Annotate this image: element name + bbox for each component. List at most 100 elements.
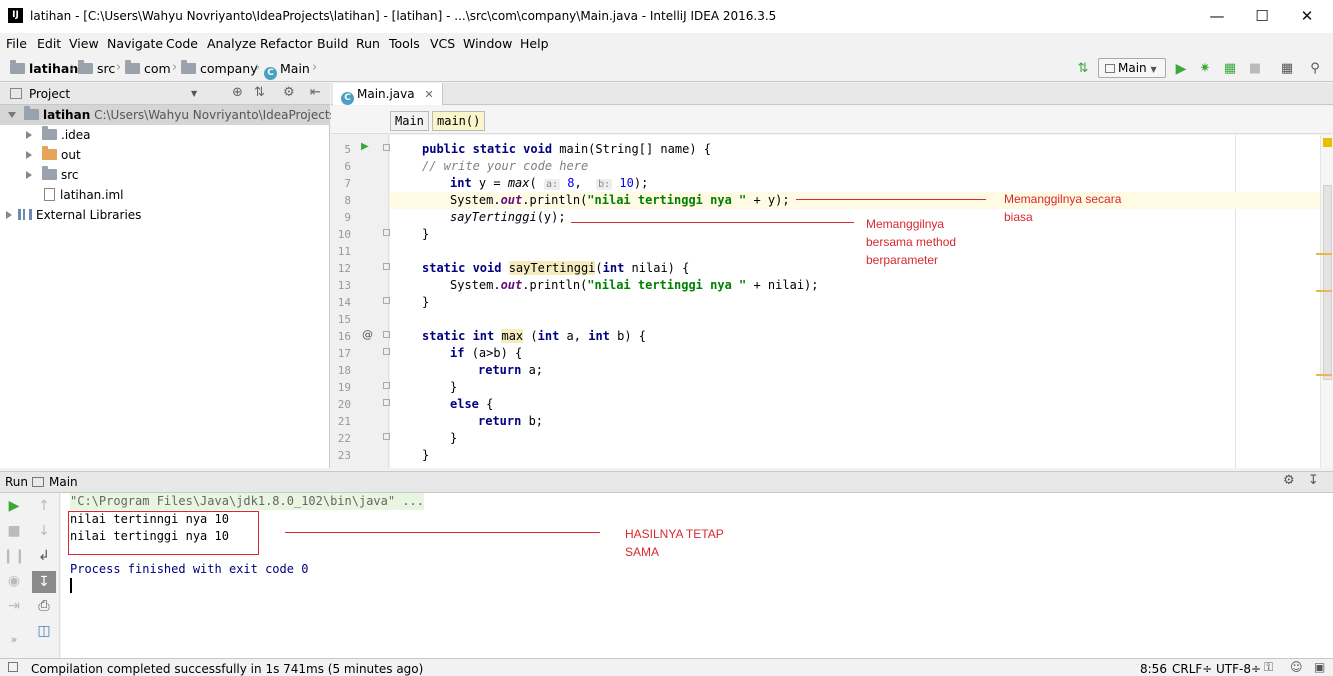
menu-analyze[interactable]: Analyze (207, 36, 256, 51)
arrow-up-icon[interactable]: ↑ (30, 494, 58, 518)
hide-panel-icon[interactable]: ⇤ (310, 85, 321, 100)
project-structure-icon[interactable]: ▦ (1278, 60, 1296, 78)
project-folder-icon (10, 60, 25, 74)
tree-item-external-libraries[interactable]: External Libraries (0, 205, 330, 225)
rerun-icon[interactable]: ▶ (0, 494, 28, 518)
inspector-icon[interactable]: ☺ (1290, 660, 1303, 674)
coverage-icon[interactable]: ▦ (1221, 60, 1239, 78)
menu-navigate[interactable]: Navigate (107, 36, 163, 51)
tab-main-java[interactable]: C Main.java ✕ (333, 83, 443, 105)
menu-edit[interactable]: Edit (37, 36, 61, 51)
editor-tab-bar: C Main.java ✕ (331, 83, 1333, 105)
annotation-param-call-line1: Memanggilnya (866, 217, 945, 231)
menu-help[interactable]: Help (520, 36, 549, 51)
run-tab-main[interactable]: Main (49, 475, 78, 489)
print-icon[interactable]: ⎙ (30, 594, 58, 618)
structure-class-main[interactable]: Main (390, 111, 429, 131)
fold-icon[interactable] (383, 399, 390, 406)
menu-view[interactable]: View (69, 36, 99, 51)
breadcrumb-company[interactable]: company (181, 60, 258, 76)
code-editor[interactable]: public static void main(String[] name) {… (390, 135, 1320, 468)
expand-arrow-icon[interactable] (8, 112, 16, 118)
menu-code[interactable]: Code (166, 36, 198, 51)
close-tab-icon[interactable]: ✕ (424, 88, 433, 101)
collapsed-arrow-icon[interactable] (6, 211, 12, 219)
fold-icon[interactable] (383, 348, 390, 355)
line-number: 8 (344, 194, 351, 207)
chevron-down-icon[interactable]: ▼ (191, 89, 197, 98)
fold-icon[interactable] (383, 263, 390, 270)
run-gutter-icon[interactable]: ▶ (361, 141, 369, 152)
run-icon[interactable]: ▶ (1172, 60, 1190, 78)
hide-panel-icon[interactable]: ↧ (1308, 473, 1319, 488)
breadcrumb-src[interactable]: src (78, 60, 115, 76)
title-bar: IJ latihan - [C:\Users\Wahyu Novriyanto\… (0, 0, 1333, 33)
file-encoding[interactable]: UTF-8÷ (1216, 662, 1261, 676)
fold-icon[interactable] (383, 297, 390, 304)
close-button[interactable]: ✕ (1285, 4, 1329, 28)
override-gutter-icon: @ (362, 328, 373, 341)
window-icon (32, 477, 44, 487)
breadcrumb-project[interactable]: latihan (10, 60, 78, 76)
gear-icon[interactable]: ⚙ (283, 85, 295, 100)
minimize-button[interactable]: — (1195, 4, 1239, 28)
search-icon[interactable]: ⚲ (1306, 60, 1324, 78)
camera-icon[interactable]: ◉ (0, 569, 28, 593)
run-config-select[interactable]: Main ▼ (1098, 58, 1166, 78)
console-output[interactable]: "C:\Program Files\Java\jdk1.8.0_102\bin\… (61, 493, 1333, 658)
line-separator[interactable]: CRLF÷ (1172, 662, 1212, 676)
menu-file[interactable]: File (6, 36, 27, 51)
debug-icon[interactable]: ✷ (1196, 60, 1214, 78)
fold-icon[interactable] (383, 229, 390, 236)
collapsed-arrow-icon[interactable] (26, 151, 32, 159)
scroll-to-end-icon[interactable]: ↧ (32, 571, 56, 593)
tree-item-src[interactable]: src (0, 165, 330, 185)
expand-icon[interactable]: » (0, 628, 28, 652)
project-panel-title[interactable]: Project (29, 87, 70, 101)
gear-icon[interactable]: ⚙ (1283, 473, 1295, 488)
structure-method-main[interactable]: main() (432, 111, 486, 131)
stop-icon[interactable]: ■ (1246, 60, 1264, 78)
console-command: "C:\Program Files\Java\jdk1.8.0_102\bin\… (70, 493, 425, 510)
fold-icon[interactable] (383, 331, 390, 338)
scroll-from-source-icon[interactable]: ⊕ (232, 85, 243, 100)
menu-window[interactable]: Window (463, 36, 512, 51)
breadcrumb-main[interactable]: C Main (264, 61, 310, 80)
menu-vcs[interactable]: VCS (430, 36, 455, 51)
maximize-button[interactable]: ☐ (1240, 4, 1284, 28)
folder-icon (78, 60, 93, 74)
menu-build[interactable]: Build (317, 36, 348, 51)
tree-item-idea[interactable]: .idea (0, 125, 330, 145)
code-line-7: int y = max( a: 8, b: 10); (450, 176, 649, 190)
menu-run[interactable]: Run (356, 36, 380, 51)
warning-marker[interactable] (1316, 290, 1332, 292)
trash-icon[interactable]: ◫ (30, 619, 58, 643)
collapsed-arrow-icon[interactable] (26, 171, 32, 179)
run-toolbar: ▶ ■ ❙❙ ◉ ⇥ » ↑ ↓ ↲ ↧ ⎙ ◫ (0, 493, 60, 658)
warning-marker[interactable] (1316, 374, 1332, 376)
tree-item-iml[interactable]: latihan.iml (0, 185, 330, 205)
build-icon[interactable]: ⇅ (1074, 60, 1092, 78)
warning-marker[interactable] (1316, 253, 1332, 255)
status-panel-icon[interactable] (8, 662, 18, 672)
tree-item-out[interactable]: out (0, 145, 330, 165)
collapsed-arrow-icon[interactable] (26, 131, 32, 139)
tree-item-root[interactable]: latihan C:\Users\Wahyu Novriyanto\IdeaPr… (0, 105, 381, 125)
scroll-thumb[interactable] (1323, 185, 1332, 380)
stop-icon[interactable]: ■ (0, 519, 28, 543)
cursor-position[interactable]: 8:56 (1140, 662, 1167, 676)
menu-refactor[interactable]: Refactor (260, 36, 312, 51)
pause-icon[interactable]: ❙❙ (0, 544, 28, 568)
collapse-all-icon[interactable]: ⇅ (254, 85, 265, 100)
event-log-icon[interactable]: ▣ (1314, 660, 1325, 674)
fold-icon[interactable] (383, 382, 390, 389)
exit-icon[interactable]: ⇥ (0, 594, 28, 618)
fold-icon[interactable] (383, 433, 390, 440)
arrow-down-icon[interactable]: ↓ (30, 519, 58, 543)
menu-tools[interactable]: Tools (389, 36, 420, 51)
soft-wrap-icon[interactable]: ↲ (30, 544, 58, 568)
editor-scrollbar[interactable] (1320, 135, 1333, 468)
fold-icon[interactable] (383, 144, 390, 151)
breadcrumb-com[interactable]: com (125, 60, 171, 76)
code-line-18: return a; (478, 363, 544, 377)
